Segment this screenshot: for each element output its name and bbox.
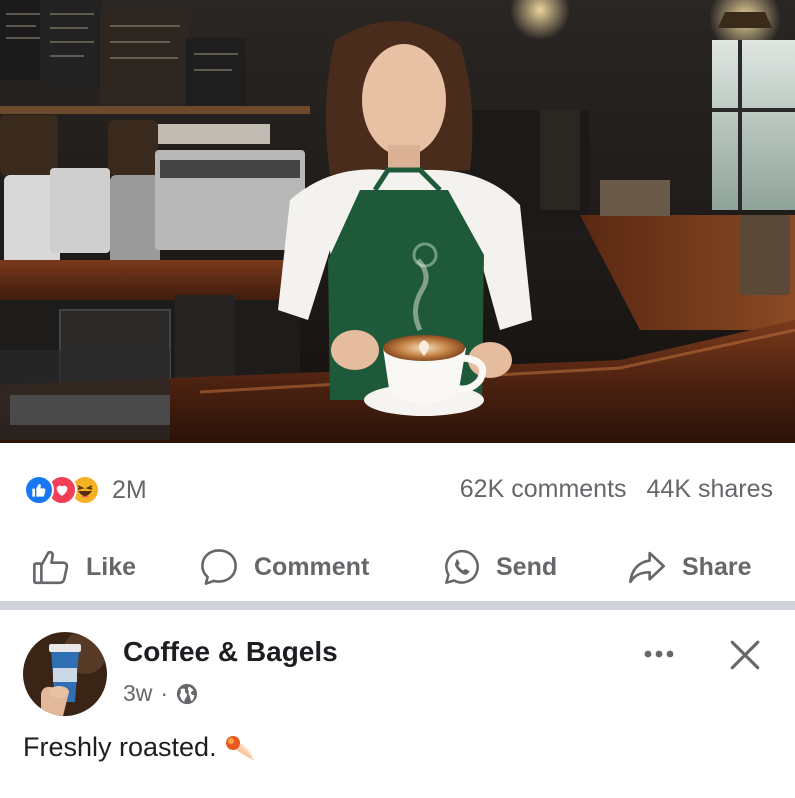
post-actions: Like Comment Send Share — [0, 535, 795, 601]
more-options-button[interactable] — [637, 636, 681, 672]
globe-icon — [176, 683, 198, 704]
post-caption: Freshly roasted. — [23, 732, 257, 763]
shares-count[interactable]: 44K shares — [647, 475, 773, 504]
share-arrow-icon — [629, 551, 665, 584]
post-time[interactable]: 3w — [123, 680, 152, 707]
thumbs-up-icon — [33, 550, 69, 585]
feed-post: Coffee & Bagels 3w · Freshly roasted. — [0, 610, 795, 798]
post-meta: 3w · — [123, 680, 198, 707]
whatsapp-icon — [445, 549, 479, 584]
send-label: Send — [496, 552, 558, 581]
hide-post-button[interactable] — [722, 632, 768, 678]
page-name[interactable]: Coffee & Bagels — [123, 636, 338, 668]
share-label: Share — [682, 552, 752, 581]
comet-icon — [225, 735, 255, 761]
like-reaction-icon — [24, 475, 54, 505]
page-avatar[interactable] — [23, 632, 107, 716]
comment-bubble-icon — [201, 549, 237, 585]
share-button[interactable]: Share — [626, 543, 751, 591]
like-label: Like — [86, 552, 137, 581]
caption-text: Freshly roasted. — [23, 732, 217, 762]
comment-label: Comment — [254, 552, 370, 581]
send-button[interactable]: Send — [442, 543, 557, 591]
meta-separator: · — [160, 680, 169, 706]
post-photo[interactable] — [0, 0, 795, 443]
post-stats: 2M 62K comments 44K shares — [0, 443, 795, 535]
reaction-count[interactable]: 2M — [112, 476, 147, 505]
more-dots-icon — [644, 650, 674, 658]
close-icon — [730, 640, 760, 670]
reactions-summary[interactable]: 2M — [24, 475, 147, 505]
feed-divider — [0, 601, 795, 610]
comments-count[interactable]: 62K comments — [460, 475, 627, 504]
comment-button[interactable]: Comment — [198, 543, 369, 591]
like-button[interactable]: Like — [30, 543, 136, 591]
